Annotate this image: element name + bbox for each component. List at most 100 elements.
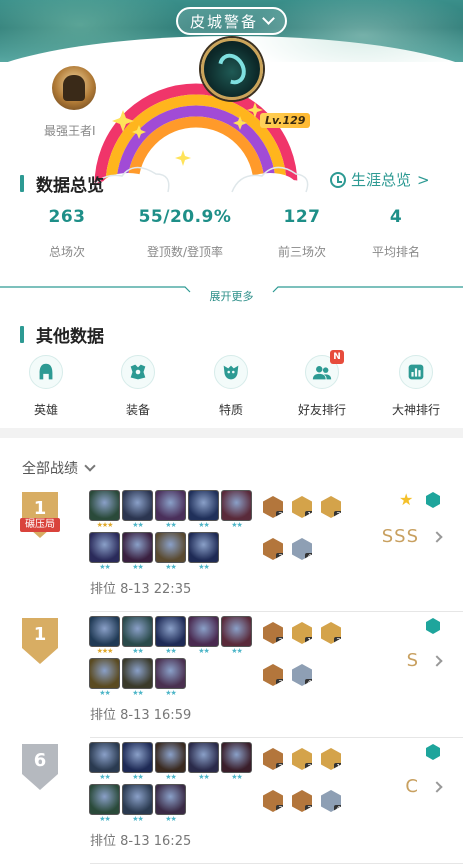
trait-icon — [214, 355, 248, 389]
stat-total-games: 263 总场次 — [7, 207, 127, 260]
unit-stars: ★★ — [99, 815, 111, 823]
unit-card[interactable]: ★★ — [155, 784, 186, 824]
placement-shield: 1 — [20, 618, 60, 666]
unit-portrait — [155, 616, 186, 647]
unit-card[interactable]: ★★ — [122, 658, 153, 698]
match-row[interactable]: 6 ★★ ★★ ★★ ★★ ★★ ★★ ★★ ★★ 2 3 1 3 3 4 C 排位 8-13 16:25 — [0, 740, 463, 864]
unit-portrait — [155, 532, 186, 563]
augment-level: 4 — [305, 553, 312, 560]
unit-card[interactable]: ★★ — [122, 742, 153, 782]
unit-card[interactable]: ★★ — [221, 616, 252, 656]
unit-card[interactable]: ★★ — [221, 490, 252, 530]
unit-portrait — [89, 742, 120, 773]
match-row[interactable]: 1 ★★★ ★★ ★★ ★★ ★★ ★★ ★★ ★★ 2 1 3 3 4 S 排位 8-13 16:59 — [0, 614, 463, 738]
summary-section-title: 数据总览 — [20, 171, 104, 196]
augment-level: 2 — [276, 637, 283, 644]
augment-level: 4 — [334, 805, 341, 812]
unit-portrait — [122, 658, 153, 689]
stat-value: 55/20.9% — [138, 207, 232, 227]
augment-icon: 4 — [292, 664, 312, 686]
unit-card[interactable]: ★★ — [89, 532, 120, 572]
summary-title-text: 数据总览 — [36, 176, 104, 196]
augment-icon: 4 — [321, 790, 341, 812]
unit-card[interactable]: ★★ — [155, 658, 186, 698]
unit-portrait — [155, 784, 186, 815]
tool-label: 英雄 — [33, 403, 58, 417]
unit-card[interactable]: ★★ — [122, 532, 153, 572]
tool-label: 特质 — [218, 403, 243, 417]
unit-card[interactable]: ★★★ — [89, 490, 120, 530]
augment-icon: 1 — [292, 496, 312, 518]
unit-portrait — [89, 784, 120, 815]
unit-card[interactable]: ★★ — [188, 616, 219, 656]
unit-card[interactable]: ★★ — [89, 742, 120, 782]
unit-portrait — [89, 616, 120, 647]
unit-card[interactable]: ★★ — [221, 742, 252, 782]
unit-card[interactable]: ★★ — [155, 532, 186, 572]
unit-stars: ★★ — [165, 521, 177, 529]
clock-icon — [330, 171, 346, 188]
helmet-icon — [29, 355, 63, 389]
augment-level: 3 — [305, 763, 312, 770]
match-mode-time: 排位 8-13 16:59 — [90, 708, 192, 723]
unit-portrait — [89, 532, 120, 563]
augment-level: 3 — [276, 553, 283, 560]
unit-card[interactable]: ★★ — [89, 658, 120, 698]
unit-portrait — [188, 616, 219, 647]
match-row[interactable]: 1 碾压局 ★★★ ★★ ★★ ★★ ★★ ★★ ★★ ★★ ★★ 2 1 3 3 4 ★ SSS 排位 8-13 … — [0, 488, 463, 612]
stat-value: 263 — [48, 207, 86, 227]
chevron-right-icon[interactable] — [431, 531, 443, 543]
augment-level: 4 — [305, 679, 312, 686]
placement-shield: 1 — [20, 492, 60, 540]
other-section-title: 其他数据 — [20, 322, 104, 347]
augment-icon: 4 — [292, 538, 312, 560]
chevron-right-icon[interactable] — [431, 781, 443, 793]
unit-card[interactable]: ★★ — [122, 490, 153, 530]
unit-card[interactable]: ★★ — [188, 532, 219, 572]
unit-card[interactable]: ★★ — [122, 616, 153, 656]
unit-stars: ★★ — [231, 647, 243, 655]
unit-card[interactable]: ★★ — [155, 742, 186, 782]
tool-heroes[interactable]: 英雄 — [6, 355, 86, 418]
unit-stars: ★★ — [99, 773, 111, 781]
player-avatar[interactable] — [201, 38, 263, 100]
match-filter-dropdown[interactable]: 全部战绩 — [22, 458, 96, 478]
tool-friend-ranking[interactable]: N 好友排行 — [282, 350, 362, 418]
unit-card[interactable]: ★★ — [122, 784, 153, 824]
augment-level: 1 — [305, 511, 312, 518]
tool-traits[interactable]: 特质 — [191, 355, 271, 418]
unit-card[interactable]: ★★ — [155, 616, 186, 656]
rank-label: 最强王者I — [44, 124, 96, 138]
unit-card[interactable]: ★★ — [155, 490, 186, 530]
unit-stars: ★★ — [132, 521, 144, 529]
augment-level: 3 — [276, 679, 283, 686]
unit-stars: ★★ — [231, 521, 243, 529]
rank-emblem-icon[interactable] — [52, 66, 96, 110]
augment-icon: 2 — [263, 622, 283, 644]
tool-master-ranking[interactable]: 大神排行 — [376, 355, 456, 418]
augment-level: 3 — [305, 805, 312, 812]
unit-stars: ★★ — [165, 815, 177, 823]
unit-card[interactable]: ★★ — [188, 742, 219, 782]
tool-equipment[interactable]: 装备 — [98, 355, 178, 418]
unit-portrait — [155, 658, 186, 689]
unit-portrait — [89, 490, 120, 521]
unit-portrait — [89, 658, 120, 689]
unit-stars: ★★ — [165, 647, 177, 655]
chevron-right-icon[interactable] — [431, 655, 443, 667]
unit-card[interactable]: ★★ — [188, 490, 219, 530]
unit-portrait — [221, 742, 252, 773]
unit-portrait — [221, 616, 252, 647]
augment-level: 3 — [334, 637, 341, 644]
stat-label: 登顶数/登顶率 — [146, 245, 224, 259]
unit-card[interactable]: ★★ — [89, 784, 120, 824]
stats-row: 263 总场次 55/20.9% 登顶数/登顶率 127 前三场次 4 平均排名 — [0, 207, 463, 267]
unit-card[interactable]: ★★★ — [89, 616, 120, 656]
expand-more-button[interactable]: 展开更多 — [0, 288, 463, 304]
career-overview-link[interactable]: 生涯总览 > — [330, 169, 430, 190]
unit-stars: ★★ — [132, 689, 144, 697]
mode-icon — [426, 618, 440, 634]
friends-icon: N — [305, 350, 344, 389]
stat-label: 平均排名 — [371, 245, 420, 259]
unit-portrait — [122, 784, 153, 815]
